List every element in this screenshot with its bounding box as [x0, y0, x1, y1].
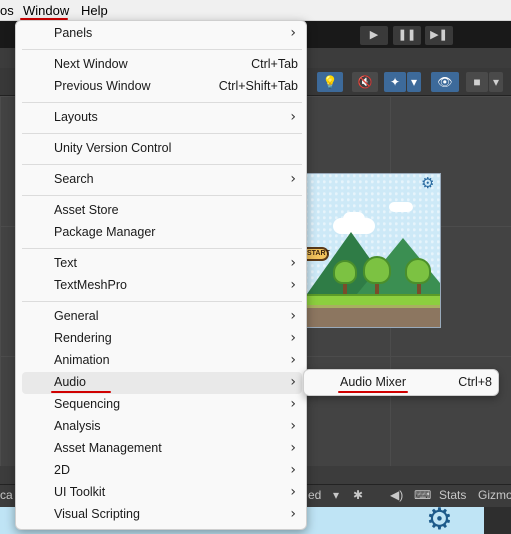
- tree: [405, 258, 431, 284]
- game-scene-preview: START: [298, 173, 441, 328]
- keyboard-icon[interactable]: ⌨: [414, 488, 431, 502]
- cloud: [389, 202, 413, 212]
- gizmos-button[interactable]: Gizmo: [478, 488, 511, 502]
- menu-separator: [22, 195, 302, 196]
- menu-item-general[interactable]: General ›: [22, 306, 302, 328]
- chevron-right-icon: ›: [290, 255, 296, 271]
- chevron-down-icon[interactable]: ▾: [333, 488, 339, 502]
- cloud: [343, 212, 365, 226]
- menu-item-animation[interactable]: Animation ›: [22, 350, 302, 372]
- gear-icon[interactable]: ⚙: [421, 174, 434, 192]
- chevron-right-icon: ›: [290, 484, 296, 500]
- chevron-right-icon: ›: [290, 171, 296, 187]
- menu-item-previous-window[interactable]: Previous Window Ctrl+Shift+Tab: [22, 76, 302, 98]
- chevron-right-icon: ›: [290, 374, 296, 390]
- effects-toggle-icon[interactable]: ✦: [384, 72, 406, 92]
- visibility-toggle-icon[interactable]: 👁: [431, 72, 459, 92]
- menu-item-textmeshpro[interactable]: TextMeshPro ›: [22, 275, 302, 297]
- menu-separator: [22, 164, 302, 165]
- menu-separator: [22, 133, 302, 134]
- menu-item-layouts[interactable]: Layouts ›: [22, 107, 302, 129]
- audio-annotation-underline: [51, 391, 111, 393]
- chevron-right-icon: ›: [290, 440, 296, 456]
- bug-icon[interactable]: ✱: [353, 488, 363, 502]
- audio-toggle-icon[interactable]: 🔇: [352, 72, 378, 92]
- window-menu-dropdown: Panels › Next Window Ctrl+Tab Previous Win…: [15, 20, 307, 530]
- step-button[interactable]: ▶❚: [425, 26, 453, 45]
- gear-icon: ⚙: [426, 503, 453, 534]
- menu-help[interactable]: Help: [81, 3, 108, 18]
- camera-dropdown-icon[interactable]: ▾: [489, 72, 503, 92]
- menu-window[interactable]: Window: [23, 3, 69, 18]
- chevron-right-icon: ›: [290, 396, 296, 412]
- chevron-right-icon: ›: [290, 109, 296, 125]
- menu-separator: [22, 49, 302, 50]
- chevron-right-icon: ›: [290, 277, 296, 293]
- menu-item-rendering[interactable]: Rendering ›: [22, 328, 302, 350]
- audio-mixer-annotation-underline: [338, 391, 408, 393]
- menu-item-search[interactable]: Search ›: [22, 169, 302, 191]
- tree: [363, 256, 391, 284]
- game-view-dropdown[interactable]: ca: [0, 488, 13, 502]
- chevron-right-icon: ›: [290, 25, 296, 41]
- menu-item-package-manager[interactable]: Package Manager: [22, 222, 302, 244]
- play-button[interactable]: ▶: [360, 26, 388, 45]
- menu-separator: [22, 301, 302, 302]
- menu-item-next-window[interactable]: Next Window Ctrl+Tab: [22, 54, 302, 76]
- chevron-right-icon: ›: [290, 308, 296, 324]
- menu-separator: [22, 248, 302, 249]
- chevron-right-icon: ›: [290, 418, 296, 434]
- speaker-icon[interactable]: ◀): [390, 488, 403, 502]
- chevron-right-icon: ›: [290, 462, 296, 478]
- main-menu-bar: os Window Help: [0, 0, 511, 21]
- menu-item-ui-toolkit[interactable]: UI Toolkit ›: [22, 482, 302, 504]
- menu-item-2d[interactable]: 2D ›: [22, 460, 302, 482]
- chevron-right-icon: ›: [290, 330, 296, 346]
- stats-button[interactable]: Stats: [439, 488, 466, 502]
- menu-item-text[interactable]: Text ›: [22, 253, 302, 275]
- chevron-right-icon: ›: [290, 506, 296, 522]
- pause-button[interactable]: ❚❚: [393, 26, 421, 45]
- effects-dropdown-icon[interactable]: ▾: [407, 72, 421, 92]
- menu-item-visual-scripting[interactable]: Visual Scripting ›: [22, 504, 302, 526]
- tree: [333, 260, 357, 284]
- menu-item-analysis[interactable]: Analysis ›: [22, 416, 302, 438]
- menu-item-asset-management[interactable]: Asset Management ›: [22, 438, 302, 460]
- menu-item-asset-store[interactable]: Asset Store: [22, 200, 302, 222]
- camera-icon[interactable]: ■: [466, 72, 488, 92]
- game-view-mode[interactable]: ed: [308, 488, 321, 502]
- menu-item-sequencing[interactable]: Sequencing ›: [22, 394, 302, 416]
- chevron-right-icon: ›: [290, 352, 296, 368]
- menu-item-panels[interactable]: Panels ›: [22, 23, 302, 45]
- menu-prev-item[interactable]: os: [0, 3, 14, 18]
- menu-separator: [22, 102, 302, 103]
- lighting-toggle-icon[interactable]: 💡: [317, 72, 343, 92]
- menu-item-unity-version-control[interactable]: Unity Version Control: [22, 138, 302, 160]
